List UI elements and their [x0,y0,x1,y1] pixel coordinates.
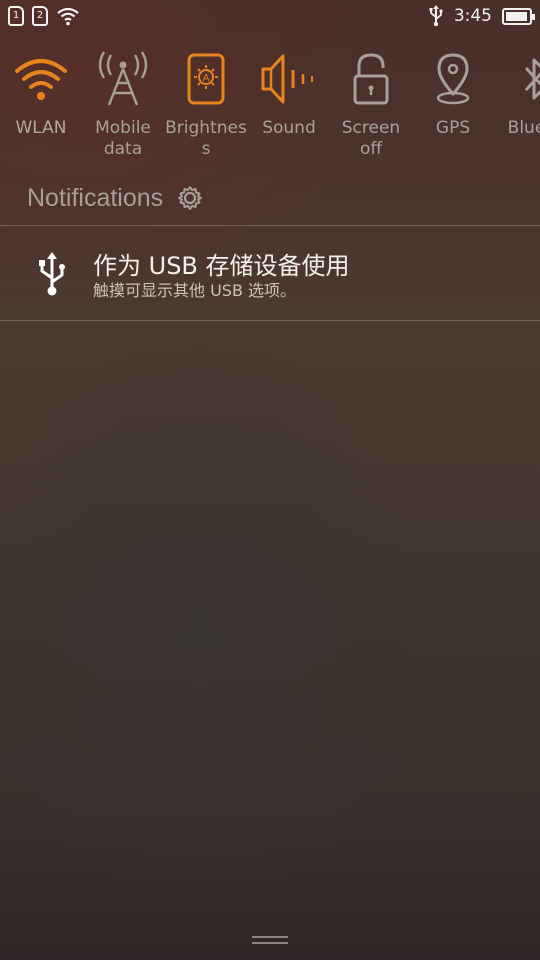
tile-wlan-label: WLAN [0,118,82,139]
tile-brightness[interactable]: A Brightnes s [165,48,247,160]
tile-gps[interactable]: GPS [412,48,494,139]
tile-screen-off-label-line2: off [359,139,383,159]
sim1-icon: 1 [8,6,24,26]
svg-text:A: A [203,73,210,84]
gear-icon[interactable] [177,185,203,211]
tile-gps-label: GPS [412,118,494,139]
notification-usb[interactable]: 作为 USB 存储设备使用 触摸可显示其他 USB 选项。 [0,226,540,320]
usb-icon [429,5,443,27]
tile-brightness-label-line1: Brightnes [165,118,247,138]
usb-icon [39,252,65,296]
tile-mobile-data-label: Mobile data [82,118,164,160]
status-right: 3:45 [428,5,535,27]
notification-subtitle: 触摸可显示其他 USB 选项。 [93,281,297,300]
status-bar: 1 2 3:45 [0,0,540,34]
lock-icon [353,53,389,105]
tile-gps-label-line1: GPS [435,118,471,138]
tile-bluetooth-label-line1: Blueto [507,118,540,138]
battery-icon [502,7,535,25]
drag-handle[interactable] [252,936,288,946]
tile-wlan-label-line1: WLAN [15,118,67,138]
tile-sound-label: Sound [248,118,330,139]
tile-sound[interactable]: Sound [248,48,330,139]
sim2-icon: 2 [32,6,48,26]
brightness-auto-icon: A [187,53,225,105]
tile-mobile-data-label-line2: data [103,139,143,159]
tile-mobile-data[interactable]: Mobile data [82,48,164,160]
sim1-label: 1 [12,10,20,21]
notification-title: 作为 USB 存储设备使用 [93,252,350,280]
status-left: 1 2 [8,6,80,26]
location-pin-icon [436,53,470,105]
wifi-icon [57,7,79,26]
speaker-icon [261,54,313,104]
quick-settings: WLAN Mobile data A Brightnes s Sound Scr… [0,48,540,168]
tile-wlan[interactable]: WLAN [0,48,82,139]
tile-mobile-data-label-line1: Mobile [95,118,151,138]
tile-screen-off-label: Screen off [330,118,412,160]
sim2-label: 2 [36,10,44,21]
wifi-icon [15,59,67,100]
tile-sound-label-line1: Sound [262,118,316,138]
tile-brightness-label: Brightnes s [165,118,247,160]
cell-tower-icon [98,51,148,106]
clock: 3:45 [453,6,492,26]
divider-bottom [0,320,540,321]
tile-screen-off[interactable]: Screen off [330,48,412,160]
tile-bluetooth-label: Blueto [494,118,540,139]
tile-brightness-label-line2: s [201,139,211,159]
bluetooth-icon [524,58,540,100]
notifications-title: Notifications [27,183,164,212]
tile-screen-off-label-line1: Screen [341,118,401,138]
tile-bluetooth[interactable]: Blueto [494,48,540,139]
notifications-header: Notifications [27,180,203,216]
